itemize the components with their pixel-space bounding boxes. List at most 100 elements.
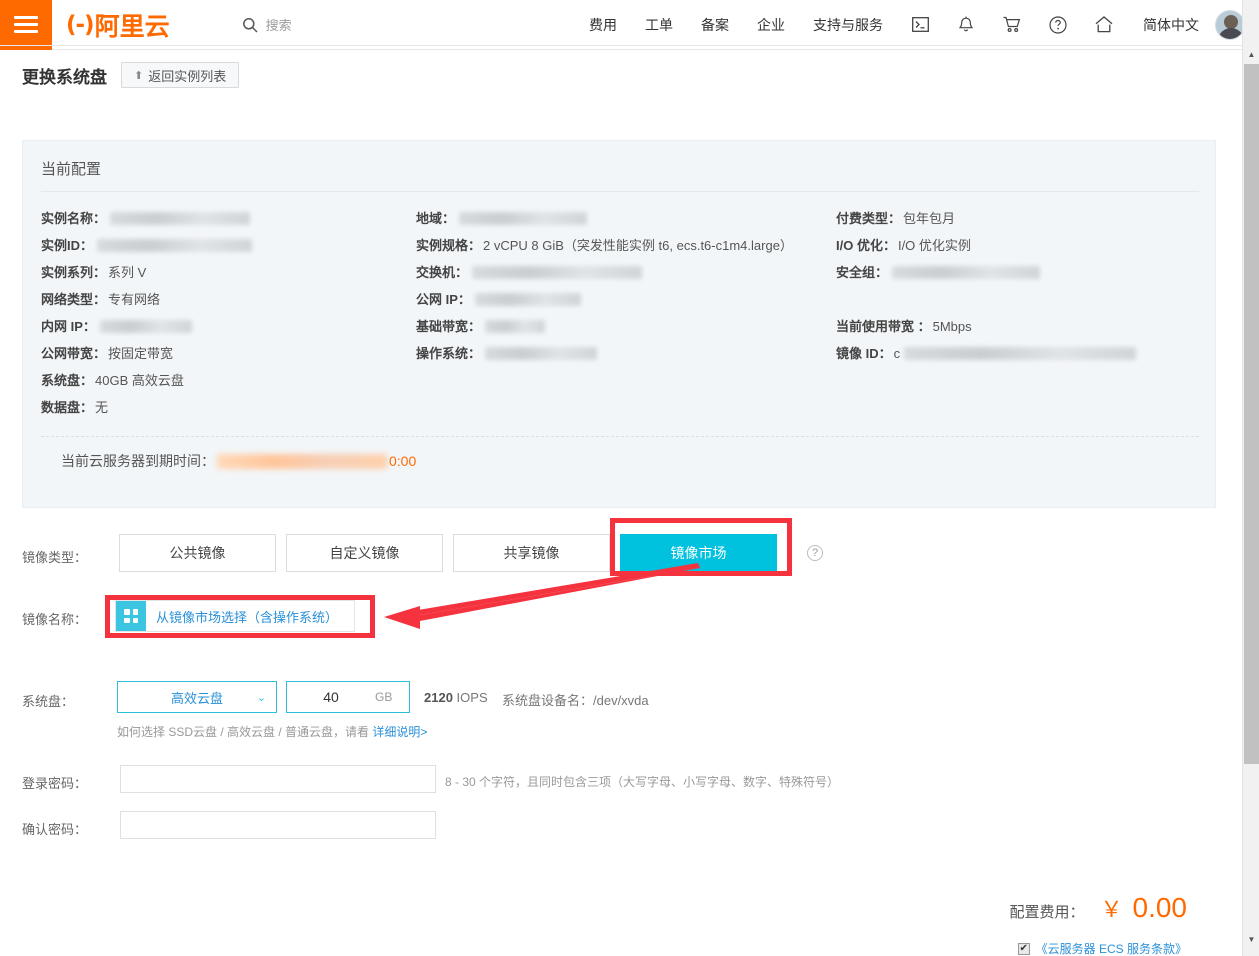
redacted-value: [892, 266, 1041, 279]
config-col3-row: 付费类型： 包年包月: [836, 205, 1206, 232]
iops-info: 2120 IOPS: [424, 690, 488, 705]
price-label: 配置费用：: [1009, 904, 1085, 921]
image-type-tabs: 公共镜像 自定义镜像 共享镜像 镜像市场: [119, 534, 777, 572]
logo-mark-icon: (-): [66, 11, 95, 38]
page-title: 更换系统盘: [22, 67, 107, 87]
scrollbar-thumb[interactable]: [1244, 64, 1259, 764]
nav-item-enterprise[interactable]: 企业: [757, 15, 785, 35]
image-type-tab-label: 共享镜像: [503, 545, 560, 561]
config-value: c: [893, 346, 901, 361]
image-name-label: 镜像名称：: [22, 612, 88, 627]
aliyun-logo[interactable]: (-) 阿里云: [66, 0, 170, 50]
config-key: 公网带宽：: [41, 346, 107, 361]
language-selector[interactable]: 简体中文: [1143, 15, 1199, 35]
scrollbar-track[interactable]: [1243, 46, 1259, 948]
login-password-input[interactable]: [120, 765, 436, 793]
image-type-tab-0[interactable]: 公共镜像: [119, 534, 276, 572]
chevron-down-icon: ⌄: [256, 691, 266, 704]
disk-hint: 如何选择 SSD云盘 / 高效云盘 / 普通云盘，请看 详细说明>: [117, 723, 427, 740]
device-name-info: 系统盘设备名：/dev/xvda: [502, 693, 649, 708]
iops-unit: IOPS: [456, 690, 488, 705]
config-col2-row: 实例规格： 2 vCPU 8 GiB（突发性能实例 t6, ecs.t6-c1m4…: [416, 232, 836, 259]
config-key: 数据盘：: [41, 400, 94, 415]
back-to-instance-list-button[interactable]: ⬆ 返回实例列表: [121, 62, 240, 88]
disk-type-select[interactable]: 高效云盘 ⌄: [117, 681, 277, 713]
grid-icon: [116, 601, 146, 631]
config-key: 当前使用带宽 ：: [836, 319, 931, 334]
confirm-password-label: 确认密码：: [22, 822, 88, 837]
config-key: 内网 IP：: [41, 319, 96, 334]
search-icon: [242, 17, 258, 33]
select-from-image-market-button[interactable]: 从镜像市场选择（含操作系统）: [115, 600, 356, 632]
cart-icon[interactable]: [1002, 15, 1022, 35]
up-arrow-icon: ⬆: [134, 69, 144, 82]
disk-size-unit: GB: [375, 690, 393, 704]
avatar-body: [1218, 27, 1244, 39]
search-placeholder: 搜索: [265, 18, 292, 33]
disk-size-input[interactable]: 40 GB: [286, 681, 410, 713]
config-value: 按固定带宽: [108, 346, 174, 361]
config-key: 实例规格：: [416, 238, 482, 253]
config-col3-row: 安全组：: [836, 259, 1206, 286]
nav-item-tickets[interactable]: 工单: [645, 15, 673, 35]
config-key: 基础带宽：: [416, 319, 482, 334]
nav-item-support[interactable]: 支持与服务: [813, 15, 883, 35]
config-column-3: 付费类型： 包年包月 I/O 优化： I/O 优化实例 安全组： 当前使用带宽 ： 5Mb…: [836, 205, 1206, 367]
vertical-scrollbar[interactable]: ▲ ▼: [1242, 0, 1259, 956]
back-button-label: 返回实例列表: [148, 68, 227, 84]
image-type-tab-label: 自定义镜像: [329, 545, 400, 561]
price-row: 配置费用： ￥ 0.00: [1009, 892, 1187, 924]
config-key: 安全组：: [836, 265, 889, 280]
home-icon[interactable]: [1094, 15, 1114, 35]
config-value: 2 vCPU 8 GiB（突发性能实例 t6, ecs.t6-c1m4.larg…: [483, 238, 793, 253]
terms-checkbox[interactable]: ✔: [1017, 942, 1030, 955]
scroll-down-arrow-icon[interactable]: ▼: [1243, 931, 1259, 948]
disk-hint-link[interactable]: 详细说明>: [372, 725, 427, 739]
password-hint: 8 - 30 个字符，且同时包含三项（大写字母、小写字母、数字、特殊符号）: [445, 775, 840, 789]
system-disk-label: 系统盘：: [22, 694, 75, 709]
image-type-label: 镜像类型：: [22, 550, 88, 565]
redacted-value: [97, 239, 253, 252]
search-input[interactable]: 搜索: [242, 0, 292, 50]
config-col1-row: 实例名称：: [41, 205, 416, 232]
config-key: 实例系列：: [41, 265, 107, 280]
current-config-card: 当前配置 实例名称： 实例ID： 实例系列： 系列 V 网络类型： 专有网络 内网 IP：公…: [22, 140, 1216, 508]
config-col3-row: 镜像 ID： c: [836, 340, 1206, 367]
config-col2-row: 交换机：: [416, 259, 836, 286]
config-key: 地域：: [416, 211, 456, 226]
config-col2-row: 公网 IP：: [416, 286, 836, 313]
hamburger-icon[interactable]: [0, 0, 52, 50]
avatar[interactable]: [1215, 9, 1245, 40]
config-col3-row: I/O 优化： I/O 优化实例: [836, 232, 1206, 259]
iops-value: 2120: [424, 690, 453, 705]
redacted-value: [474, 293, 581, 306]
bell-icon[interactable]: [956, 15, 976, 35]
confirm-password-input[interactable]: [120, 811, 436, 839]
image-type-tab-2[interactable]: 共享镜像: [453, 534, 610, 572]
currency-symbol: ￥: [1100, 897, 1123, 922]
redacted-value: [459, 212, 588, 225]
config-column-1: 实例名称： 实例ID： 实例系列： 系列 V 网络类型： 专有网络 内网 IP： 公网带宽：按…: [41, 205, 416, 421]
config-column-2: 地域： 实例规格： 2 vCPU 8 GiB（突发性能实例 t6, ecs.t6-c…: [416, 205, 836, 367]
redacted-value: [99, 320, 192, 333]
expire-time-row: 当前云服务器到期时间： 0:00: [61, 451, 416, 471]
config-value: 包年包月: [903, 211, 956, 226]
image-type-tab-3[interactable]: 镜像市场: [620, 534, 777, 572]
config-col2-row: 基础带宽：: [416, 313, 836, 340]
header-nav: 费用 工单 备案 企业 支持与服务 简体中文: [575, 0, 1259, 50]
config-value: I/O 优化实例: [897, 238, 971, 253]
config-col1-row: 实例系列： 系列 V: [41, 259, 416, 286]
nav-item-icp[interactable]: 备案: [701, 15, 729, 35]
config-col1-row: 系统盘： 40GB 高效云盘: [41, 367, 416, 394]
config-value: 40GB 高效云盘: [95, 373, 184, 388]
image-type-tab-1[interactable]: 自定义镜像: [286, 534, 443, 572]
config-col1-row: 内网 IP：: [41, 313, 416, 340]
expire-time-label: 当前云服务器到期时间：: [61, 453, 215, 469]
config-key: 网络类型：: [41, 292, 107, 307]
nav-item-fees[interactable]: 费用: [589, 15, 617, 35]
question-mark-icon[interactable]: ?: [807, 545, 823, 561]
terms-link[interactable]: 《云服务器 ECS 服务条款》: [1036, 940, 1187, 956]
terminal-icon[interactable]: [910, 15, 930, 35]
help-circle-icon[interactable]: [1048, 15, 1068, 35]
redacted-value: [110, 212, 251, 225]
